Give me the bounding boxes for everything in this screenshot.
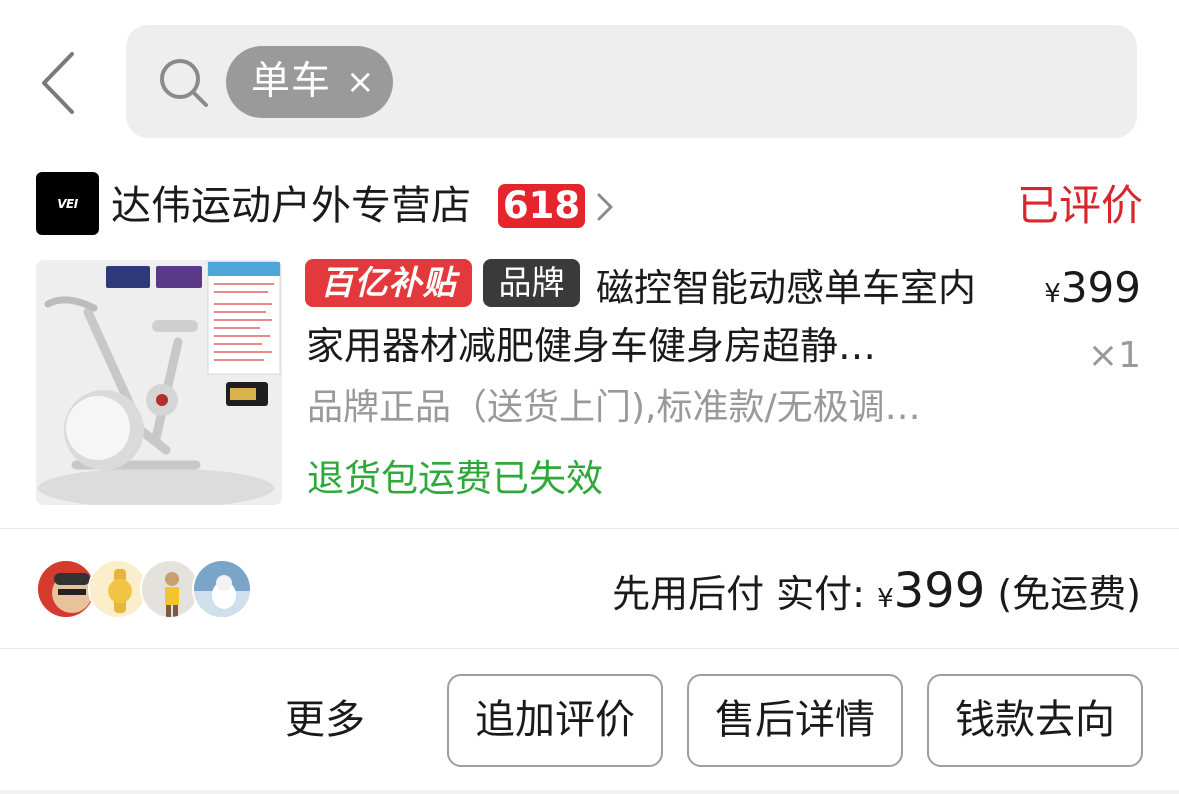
divider [0, 648, 1179, 649]
product-quantity: ×1 [1087, 335, 1141, 376]
avatar[interactable] [36, 559, 96, 619]
product-sku: 品牌正品（送货上门),标准款/无极调… [307, 387, 921, 428]
shipping-note: (免运费) [997, 572, 1141, 616]
after-sale-details-button[interactable]: 售后详情 [687, 674, 903, 767]
product-price: ¥399 [1044, 263, 1141, 312]
shop-logo[interactable]: VEI [36, 172, 99, 235]
divider [0, 528, 1179, 529]
money-flow-button[interactable]: 钱款去向 [927, 674, 1143, 767]
shop-logo-text: VEI [57, 196, 78, 211]
avatar[interactable] [88, 559, 148, 619]
promo-badge: 618 [498, 184, 585, 228]
currency-symbol: ¥ [1044, 279, 1061, 309]
payment-amount: 399 [893, 563, 986, 619]
close-icon[interactable]: × [346, 60, 375, 104]
add-review-button[interactable]: 追加评价 [447, 674, 663, 767]
search-keyword: 单车 [251, 59, 332, 104]
avatar[interactable] [192, 559, 252, 619]
chevron-left-icon [42, 52, 74, 114]
chevron-right-icon[interactable] [595, 190, 615, 224]
order-status: 已评价 [1016, 181, 1143, 230]
product-title[interactable]: 磁控智能动感单车室内家用器材减肥健身车健身房超静… [306, 259, 978, 375]
product-image[interactable] [36, 260, 282, 505]
payment-label: 先用后付 实付: [612, 572, 865, 616]
more-button[interactable]: 更多 [285, 694, 365, 746]
currency-symbol: ¥ [877, 584, 894, 614]
search-icon [158, 57, 210, 109]
price-value: 399 [1060, 263, 1141, 312]
payment-summary: 先用后付 实付: ¥399 (免运费) [612, 565, 1141, 625]
shop-name[interactable]: 达伟运动户外专营店 [111, 182, 471, 230]
back-button[interactable] [30, 48, 90, 118]
return-shipping-note: 退货包运费已失效 [307, 457, 603, 500]
avatar[interactable] [140, 559, 200, 619]
bottom-separator [0, 790, 1179, 794]
search-keyword-chip[interactable]: 单车 × [226, 46, 393, 118]
